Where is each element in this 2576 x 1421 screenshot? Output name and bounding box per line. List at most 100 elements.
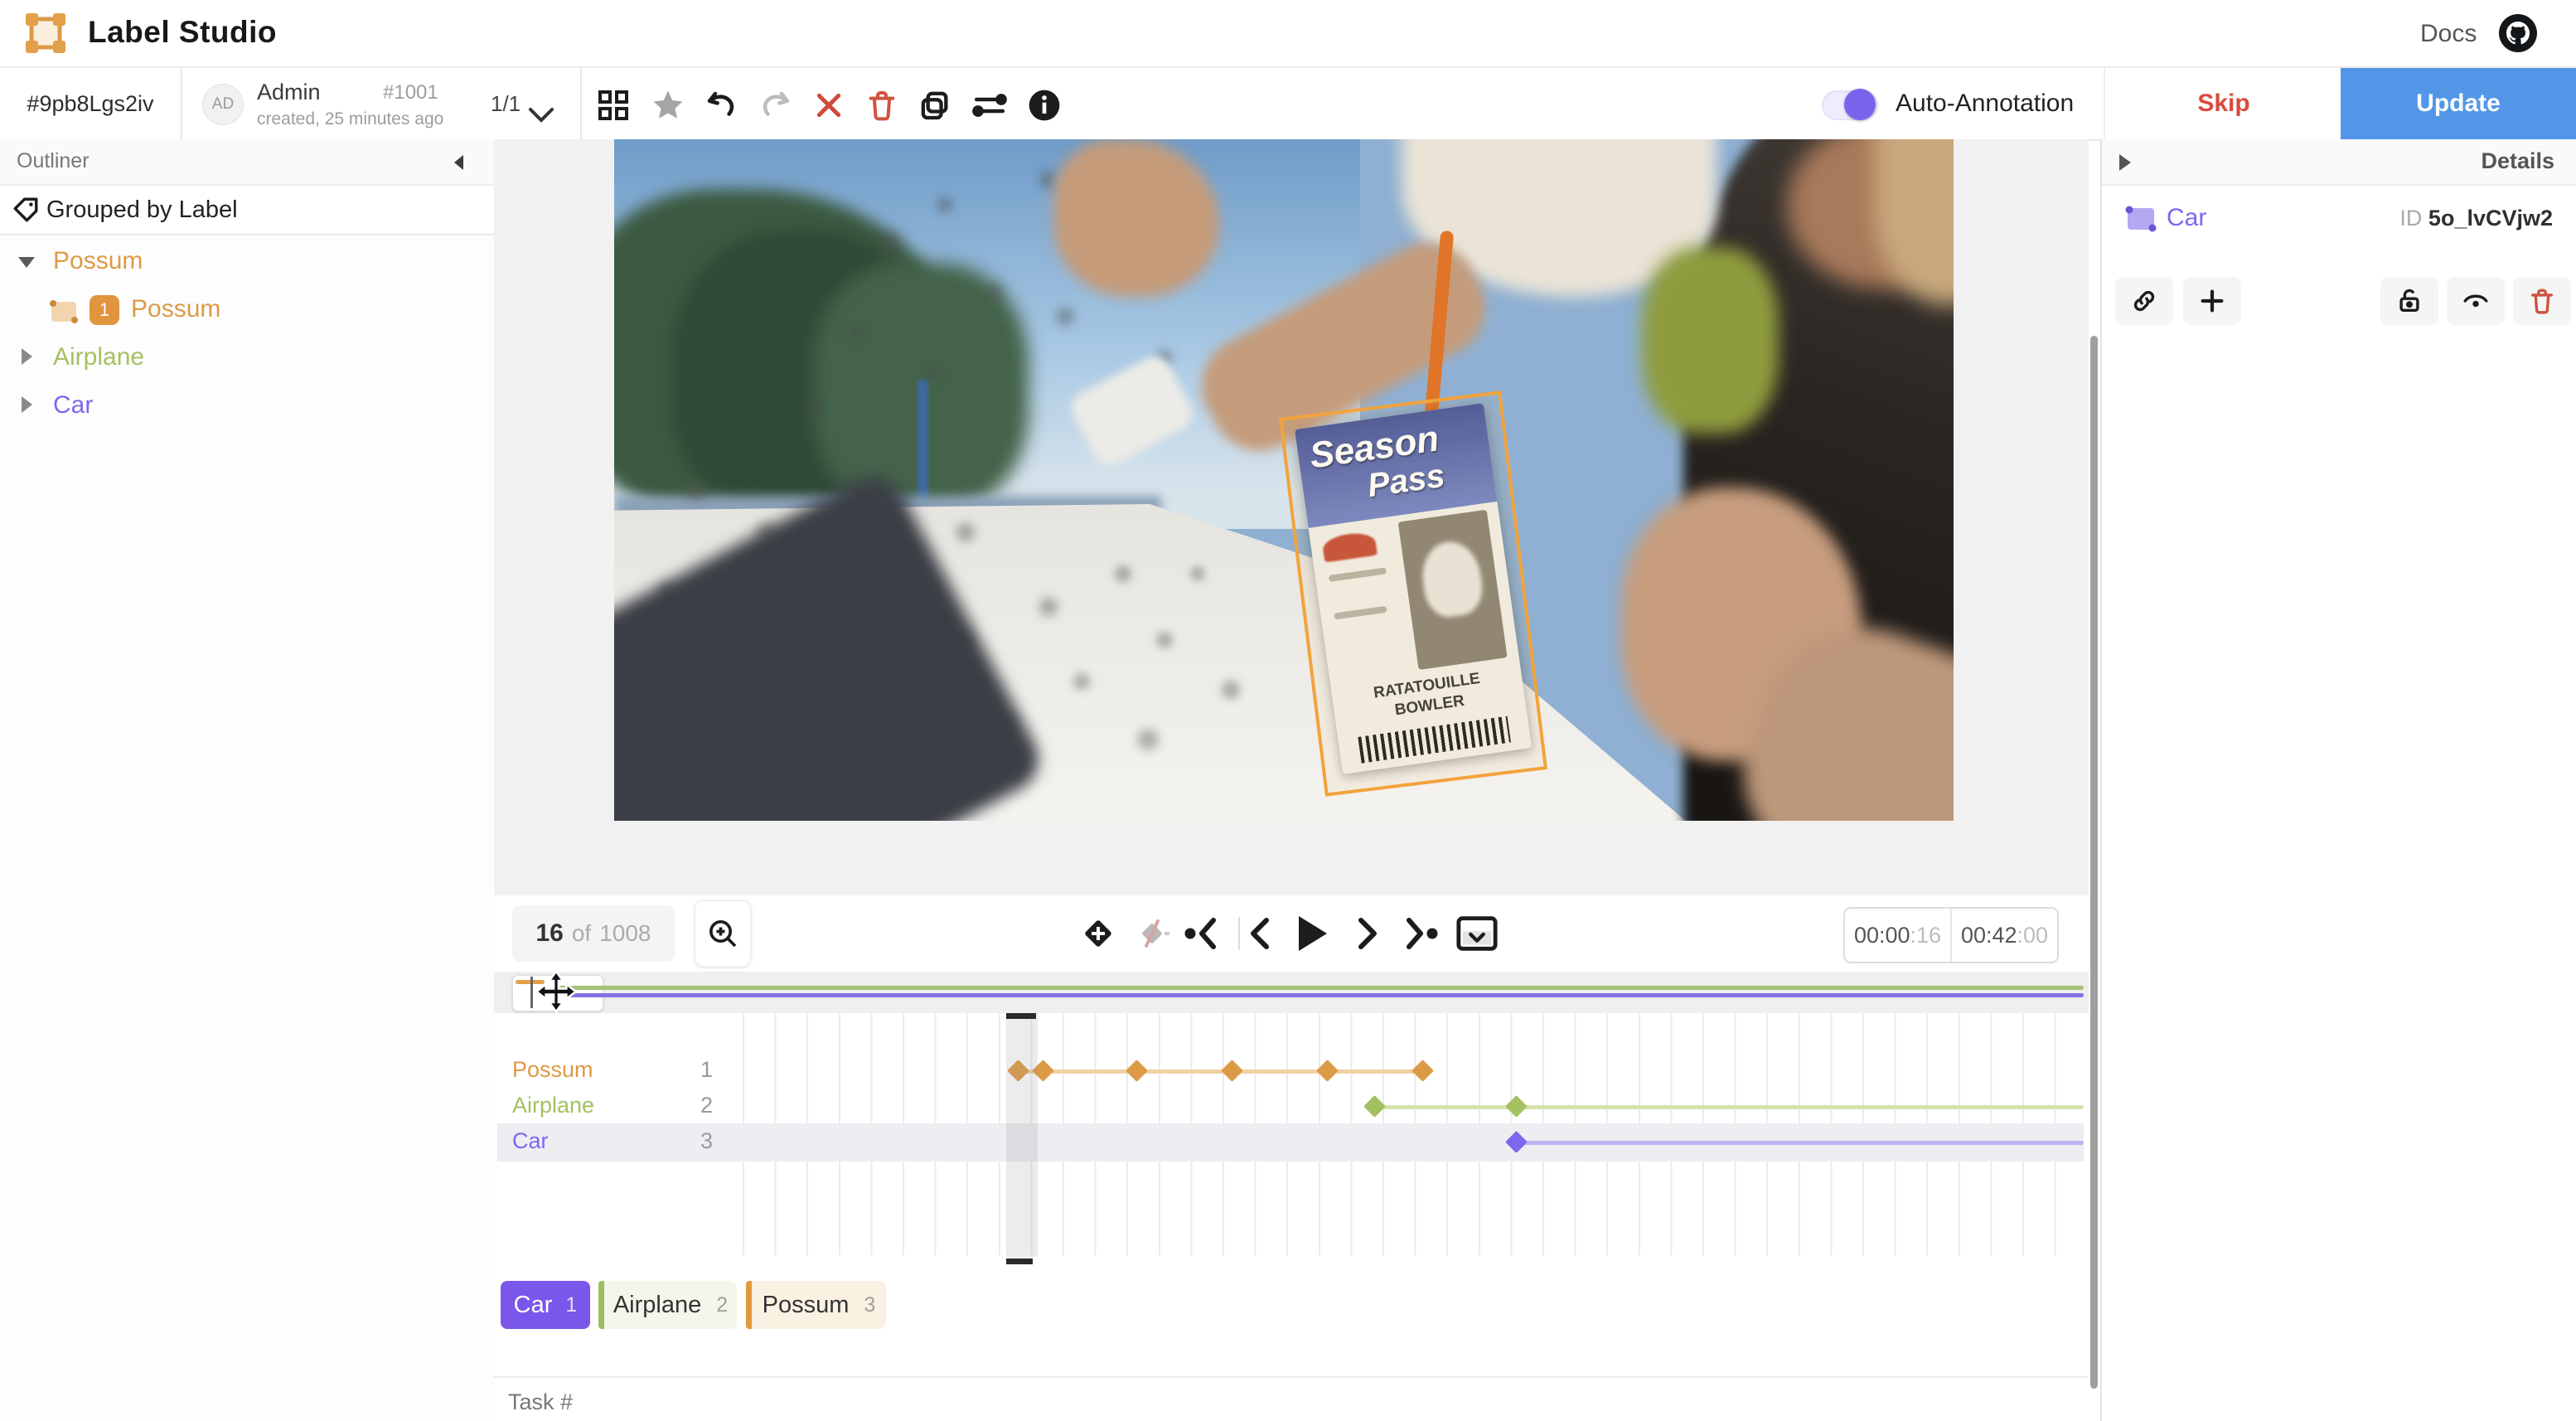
label-button-possum[interactable]: Possum 3	[746, 1281, 886, 1329]
label-button-car[interactable]: Car 1	[501, 1281, 590, 1329]
label-hotkey: 3	[864, 1293, 875, 1317]
tree-group-airplane[interactable]: Airplane	[0, 335, 494, 381]
caret-right-icon[interactable]	[18, 395, 35, 415]
tree-region-possum[interactable]: 1 Possum	[0, 287, 494, 333]
current-time[interactable]: 00:00:16	[1845, 909, 1952, 962]
timeline-collapse-button[interactable]	[1455, 912, 1499, 955]
relations-transfer-icon[interactable]	[971, 87, 1008, 124]
minimap-playhead[interactable]	[530, 977, 533, 1008]
undo-icon[interactable]	[703, 87, 739, 124]
magnifier-plus-icon	[706, 917, 739, 950]
id-prefix: ID	[2399, 206, 2422, 230]
tree-region-label: Possum	[131, 295, 220, 323]
current-time-frames: :16	[1910, 923, 1942, 948]
label-studio-app: Label Studio Docs #9pb8Lgs2iv AD Admin #…	[0, 0, 2576, 1421]
zoom-to-fit-button[interactable]	[695, 900, 751, 967]
info-icon[interactable]	[1026, 87, 1063, 124]
grid-view-icon[interactable]	[595, 87, 632, 124]
label-button-text: Airplane	[613, 1292, 701, 1319]
auto-annotation-toggle[interactable]	[1822, 90, 1878, 120]
delete-trash-icon[interactable]	[864, 87, 900, 124]
tree-group-possum[interactable]: Possum	[0, 239, 494, 285]
prev-frame-button[interactable]	[1238, 912, 1281, 955]
region-bounding-box[interactable]	[1279, 390, 1547, 796]
keyframe-span-line	[1375, 1105, 2084, 1109]
playhead-top-handle[interactable]	[1006, 1013, 1036, 1019]
minimap-region-line	[554, 986, 2084, 990]
current-frame-column[interactable]	[1006, 1013, 1038, 1257]
label-button-text: Car	[514, 1292, 553, 1319]
add-relation-button[interactable]	[2183, 277, 2241, 325]
hide-region-button[interactable]	[2447, 277, 2505, 325]
chevron-right-icon	[1351, 915, 1384, 952]
outliner-header: Outliner	[0, 139, 494, 186]
tree-group-label: Airplane	[53, 343, 144, 371]
timeline-row-number: 3	[663, 1128, 713, 1154]
delete-region-button[interactable]	[2513, 277, 2571, 325]
details-header: Details	[2102, 139, 2576, 186]
task-id[interactable]: #9pb8Lgs2iv	[0, 68, 181, 139]
skip-button[interactable]: Skip	[2104, 68, 2342, 139]
vertical-scrollbar[interactable]	[2090, 336, 2098, 1389]
snow-speckles	[614, 139, 621, 146]
star-icon[interactable]	[650, 87, 686, 124]
add-keyframe-button[interactable]	[1077, 912, 1120, 955]
chevron-down-icon[interactable]	[527, 106, 555, 124]
collapse-panel-icon[interactable]	[449, 153, 469, 172]
keyframe-remove-icon	[1131, 913, 1173, 954]
link-icon	[2130, 287, 2158, 315]
tree-group-label: Car	[53, 391, 93, 420]
next-frame-button[interactable]	[1346, 912, 1389, 955]
annotation-pager[interactable]: 1/1	[491, 91, 521, 117]
timeline-row-label[interactable]: Possum	[512, 1057, 593, 1083]
total-time-main: 00:42	[1961, 923, 2017, 948]
frame-current: 16	[535, 919, 563, 948]
timeline-row-label[interactable]: Car	[512, 1128, 549, 1154]
created-timestamp: created, 25 minutes ago	[257, 109, 443, 129]
reject-x-icon[interactable]	[811, 87, 847, 124]
tree-group-car[interactable]: Car	[0, 383, 494, 429]
timeline-minimap[interactable]	[494, 972, 2089, 1013]
details-title: Details	[2481, 148, 2554, 174]
app-header: Label Studio Docs	[0, 0, 2576, 68]
tree-group-label: Possum	[53, 247, 143, 275]
grouping-selector[interactable]: Grouped by Label	[0, 186, 494, 235]
expand-panel-icon[interactable]	[2117, 153, 2133, 172]
remove-keyframe-button[interactable]	[1131, 912, 1174, 955]
region-label[interactable]: Car	[2167, 204, 2206, 232]
video-frame[interactable]: Season Pass RATATOUILLE BOWLER	[614, 139, 1954, 821]
timeline-row-number: 2	[663, 1093, 713, 1118]
caret-right-icon[interactable]	[18, 347, 35, 366]
play-button[interactable]	[1290, 912, 1333, 955]
region-id: ID 5o_lvCVjw2	[2399, 206, 2553, 231]
playhead-bottom-handle[interactable]	[1006, 1259, 1033, 1264]
details-panel: Details Car ID 5o_lvCVjw2	[2100, 139, 2576, 1421]
label-hotkey: 1	[565, 1293, 577, 1317]
update-button[interactable]: Update	[2341, 68, 2576, 139]
link-region-button[interactable]	[2115, 277, 2173, 325]
label-button-airplane[interactable]: Airplane 2	[598, 1281, 737, 1329]
id-value: 5o_lvCVjw2	[2428, 206, 2553, 230]
frame-counter[interactable]: 16 of 1008	[512, 905, 675, 962]
github-icon[interactable]	[2498, 13, 2538, 53]
timeline-row-label[interactable]: Airplane	[512, 1093, 594, 1118]
next-keyframe-button[interactable]	[1399, 912, 1442, 955]
docs-link[interactable]: Docs	[2420, 20, 2477, 48]
redo-icon[interactable]	[758, 87, 794, 124]
prev-keyframe-button[interactable]	[1180, 912, 1223, 955]
label-studio-logo-icon[interactable]	[23, 11, 68, 56]
total-time-frames: :00	[2017, 923, 2049, 948]
caret-down-icon[interactable]	[17, 254, 36, 270]
plus-icon	[2198, 287, 2226, 315]
region-index-badge: 1	[90, 295, 119, 325]
user-avatar[interactable]: AD	[202, 84, 244, 125]
play-icon	[1292, 913, 1330, 954]
annotation-id: #1001	[383, 81, 438, 104]
frame-of: of	[572, 920, 591, 947]
current-time-main: 00:00	[1854, 923, 1910, 948]
outliner-title: Outliner	[17, 149, 90, 173]
duplicate-copy-icon[interactable]	[917, 87, 953, 124]
lock-region-button[interactable]	[2380, 277, 2438, 325]
region-rect-icon	[2122, 202, 2160, 235]
task-number-label: Task #	[508, 1389, 573, 1415]
